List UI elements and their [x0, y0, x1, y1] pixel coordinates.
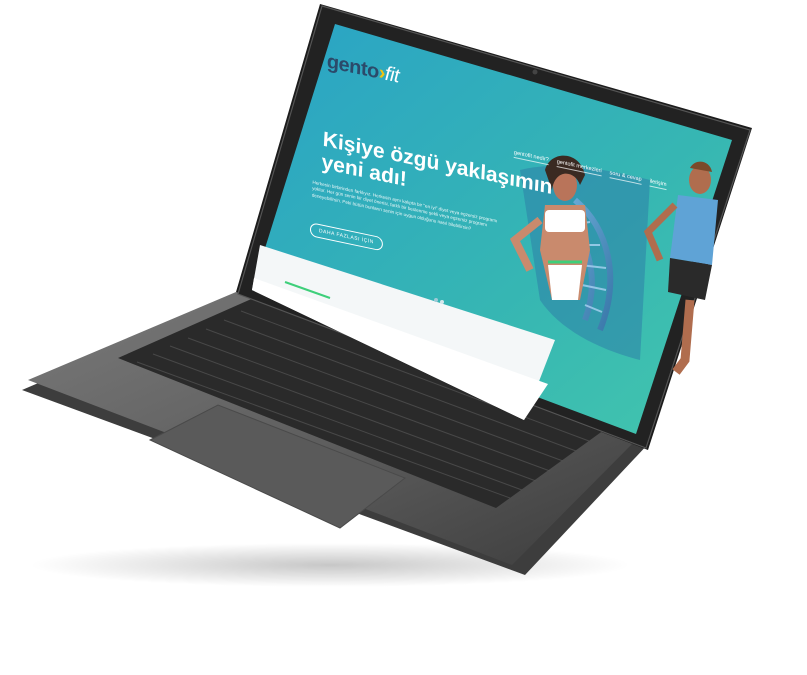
carousel-dot-2[interactable]	[440, 300, 444, 304]
carousel-dot-1[interactable]	[434, 298, 438, 302]
camera-icon	[532, 69, 538, 75]
